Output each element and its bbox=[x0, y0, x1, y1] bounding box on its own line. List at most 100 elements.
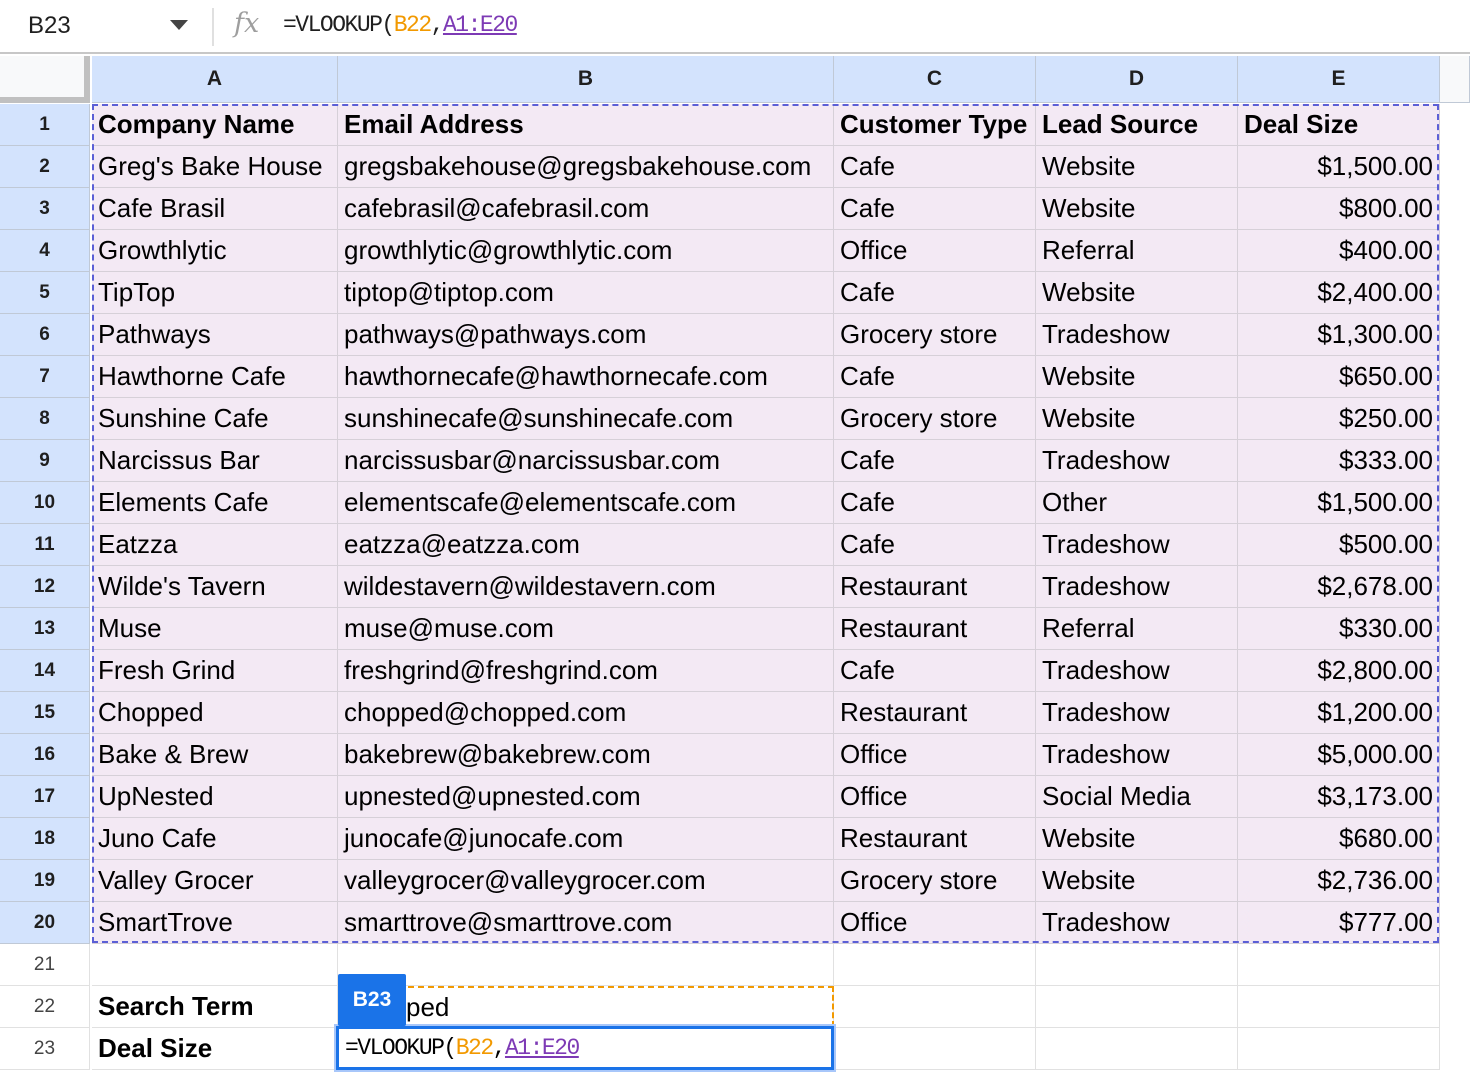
table-cell[interactable]: Cafe bbox=[834, 650, 1036, 692]
empty-cell[interactable] bbox=[1036, 1028, 1238, 1070]
row-header-2[interactable]: 2 bbox=[0, 146, 90, 188]
table-cell[interactable]: hawthornecafe@hawthornecafe.com bbox=[338, 356, 834, 398]
table-cell[interactable]: Cafe bbox=[834, 524, 1036, 566]
table-cell[interactable]: Website bbox=[1036, 188, 1238, 230]
table-cell[interactable]: $250.00 bbox=[1238, 398, 1440, 440]
table-cell[interactable]: $800.00 bbox=[1238, 188, 1440, 230]
row-header-23[interactable]: 23 bbox=[0, 1028, 90, 1070]
column-header-e[interactable]: E bbox=[1238, 56, 1440, 103]
row-header-5[interactable]: 5 bbox=[0, 272, 90, 314]
table-cell[interactable]: $2,736.00 bbox=[1238, 860, 1440, 902]
row-header-20[interactable]: 20 bbox=[0, 902, 90, 944]
table-cell[interactable]: Referral bbox=[1036, 230, 1238, 272]
empty-cell[interactable] bbox=[834, 986, 1036, 1028]
empty-cell[interactable] bbox=[338, 944, 834, 986]
header-cell[interactable]: Customer Type bbox=[834, 104, 1036, 146]
table-cell[interactable]: Tradeshow bbox=[1036, 692, 1238, 734]
header-cell[interactable]: Lead Source bbox=[1036, 104, 1238, 146]
table-cell[interactable]: $1,300.00 bbox=[1238, 314, 1440, 356]
column-header-d[interactable]: D bbox=[1036, 56, 1238, 103]
table-cell[interactable]: Restaurant bbox=[834, 818, 1036, 860]
row-header-22[interactable]: 22 bbox=[0, 986, 90, 1028]
table-cell[interactable]: Office bbox=[834, 230, 1036, 272]
table-cell[interactable]: Cafe bbox=[834, 440, 1036, 482]
table-cell[interactable]: Bake & Brew bbox=[92, 734, 338, 776]
table-cell[interactable]: $333.00 bbox=[1238, 440, 1440, 482]
row-header-17[interactable]: 17 bbox=[0, 776, 90, 818]
column-header-a[interactable]: A bbox=[92, 56, 338, 103]
cell-editor-b23[interactable]: =VLOOKUP(B22, A1:E20 bbox=[336, 1026, 834, 1070]
table-cell[interactable]: Social Media bbox=[1036, 776, 1238, 818]
table-cell[interactable]: Website bbox=[1036, 860, 1238, 902]
table-cell[interactable]: Cafe bbox=[834, 482, 1036, 524]
table-cell[interactable]: Juno Cafe bbox=[92, 818, 338, 860]
search-term-value[interactable]: ped bbox=[400, 986, 700, 1028]
table-cell[interactable]: $5,000.00 bbox=[1238, 734, 1440, 776]
row-header-4[interactable]: 4 bbox=[0, 230, 90, 272]
table-cell[interactable]: wildestavern@wildestavern.com bbox=[338, 566, 834, 608]
empty-cell[interactable] bbox=[1238, 986, 1440, 1028]
table-cell[interactable]: $650.00 bbox=[1238, 356, 1440, 398]
column-header-b[interactable]: B bbox=[338, 56, 834, 103]
select-all-corner[interactable] bbox=[0, 56, 90, 103]
table-cell[interactable]: valleygrocer@valleygrocer.com bbox=[338, 860, 834, 902]
row-header-16[interactable]: 16 bbox=[0, 734, 90, 776]
row-header-18[interactable]: 18 bbox=[0, 818, 90, 860]
table-cell[interactable]: Tradeshow bbox=[1036, 734, 1238, 776]
table-cell[interactable]: Restaurant bbox=[834, 692, 1036, 734]
table-cell[interactable]: Growthlytic bbox=[92, 230, 338, 272]
table-cell[interactable]: Website bbox=[1036, 356, 1238, 398]
row-header-13[interactable]: 13 bbox=[0, 608, 90, 650]
table-cell[interactable]: Wilde's Tavern bbox=[92, 566, 338, 608]
row-header-19[interactable]: 19 bbox=[0, 860, 90, 902]
table-cell[interactable]: Valley Grocer bbox=[92, 860, 338, 902]
table-cell[interactable]: $2,800.00 bbox=[1238, 650, 1440, 692]
empty-cell[interactable] bbox=[1238, 1028, 1440, 1070]
table-cell[interactable]: muse@muse.com bbox=[338, 608, 834, 650]
row-header-10[interactable]: 10 bbox=[0, 482, 90, 524]
table-cell[interactable]: Tradeshow bbox=[1036, 902, 1238, 944]
table-cell[interactable]: Cafe bbox=[834, 188, 1036, 230]
table-cell[interactable]: Restaurant bbox=[834, 566, 1036, 608]
row-header-8[interactable]: 8 bbox=[0, 398, 90, 440]
table-cell[interactable]: Fresh Grind bbox=[92, 650, 338, 692]
table-cell[interactable]: Hawthorne Cafe bbox=[92, 356, 338, 398]
table-cell[interactable]: $1,500.00 bbox=[1238, 146, 1440, 188]
row-header-1[interactable]: 1 bbox=[0, 104, 90, 146]
table-cell[interactable]: Office bbox=[834, 734, 1036, 776]
table-cell[interactable]: Cafe bbox=[834, 272, 1036, 314]
table-cell[interactable]: Pathways bbox=[92, 314, 338, 356]
table-cell[interactable]: Elements Cafe bbox=[92, 482, 338, 524]
table-cell[interactable]: eatzza@eatzza.com bbox=[338, 524, 834, 566]
row-header-14[interactable]: 14 bbox=[0, 650, 90, 692]
empty-cell[interactable] bbox=[834, 1028, 1036, 1070]
column-header-c[interactable]: C bbox=[834, 56, 1036, 103]
row-header-15[interactable]: 15 bbox=[0, 692, 90, 734]
table-cell[interactable]: $500.00 bbox=[1238, 524, 1440, 566]
table-cell[interactable]: Muse bbox=[92, 608, 338, 650]
table-cell[interactable]: SmartTrove bbox=[92, 902, 338, 944]
header-cell[interactable]: Deal Size bbox=[1238, 104, 1440, 146]
table-cell[interactable]: freshgrind@freshgrind.com bbox=[338, 650, 834, 692]
formula-input[interactable]: =VLOOKUP(B22,A1:E20 bbox=[283, 12, 518, 38]
table-cell[interactable]: Tradeshow bbox=[1036, 566, 1238, 608]
table-cell[interactable]: gregsbakehouse@gregsbakehouse.com bbox=[338, 146, 834, 188]
row-header-3[interactable]: 3 bbox=[0, 188, 90, 230]
table-cell[interactable]: Referral bbox=[1036, 608, 1238, 650]
table-cell[interactable]: $2,400.00 bbox=[1238, 272, 1440, 314]
table-cell[interactable]: pathways@pathways.com bbox=[338, 314, 834, 356]
row-header-21[interactable]: 21 bbox=[0, 944, 90, 986]
table-cell[interactable]: Cafe bbox=[834, 356, 1036, 398]
table-cell[interactable]: Tradeshow bbox=[1036, 314, 1238, 356]
table-cell[interactable]: Tradeshow bbox=[1036, 524, 1238, 566]
table-cell[interactable]: $777.00 bbox=[1238, 902, 1440, 944]
name-box[interactable]: B23 bbox=[28, 12, 71, 40]
row-header-12[interactable]: 12 bbox=[0, 566, 90, 608]
header-cell[interactable]: Email Address bbox=[338, 104, 834, 146]
empty-cell[interactable] bbox=[1036, 944, 1238, 986]
table-cell[interactable]: cafebrasil@cafebrasil.com bbox=[338, 188, 834, 230]
table-cell[interactable]: Greg's Bake House bbox=[92, 146, 338, 188]
table-cell[interactable]: Website bbox=[1036, 818, 1238, 860]
table-cell[interactable]: Cafe bbox=[834, 146, 1036, 188]
table-cell[interactable]: Narcissus Bar bbox=[92, 440, 338, 482]
